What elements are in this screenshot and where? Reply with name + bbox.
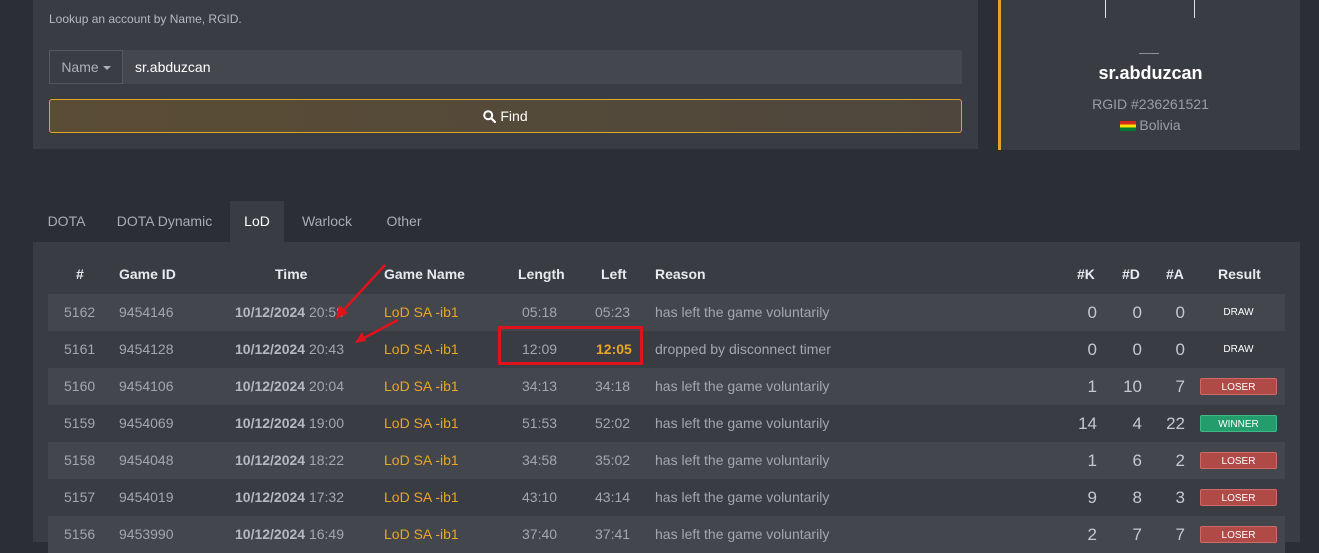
annotation-arrow-icon <box>336 264 386 319</box>
annotation-arrow-icon <box>355 318 399 343</box>
annotation-arrows <box>336 264 399 343</box>
